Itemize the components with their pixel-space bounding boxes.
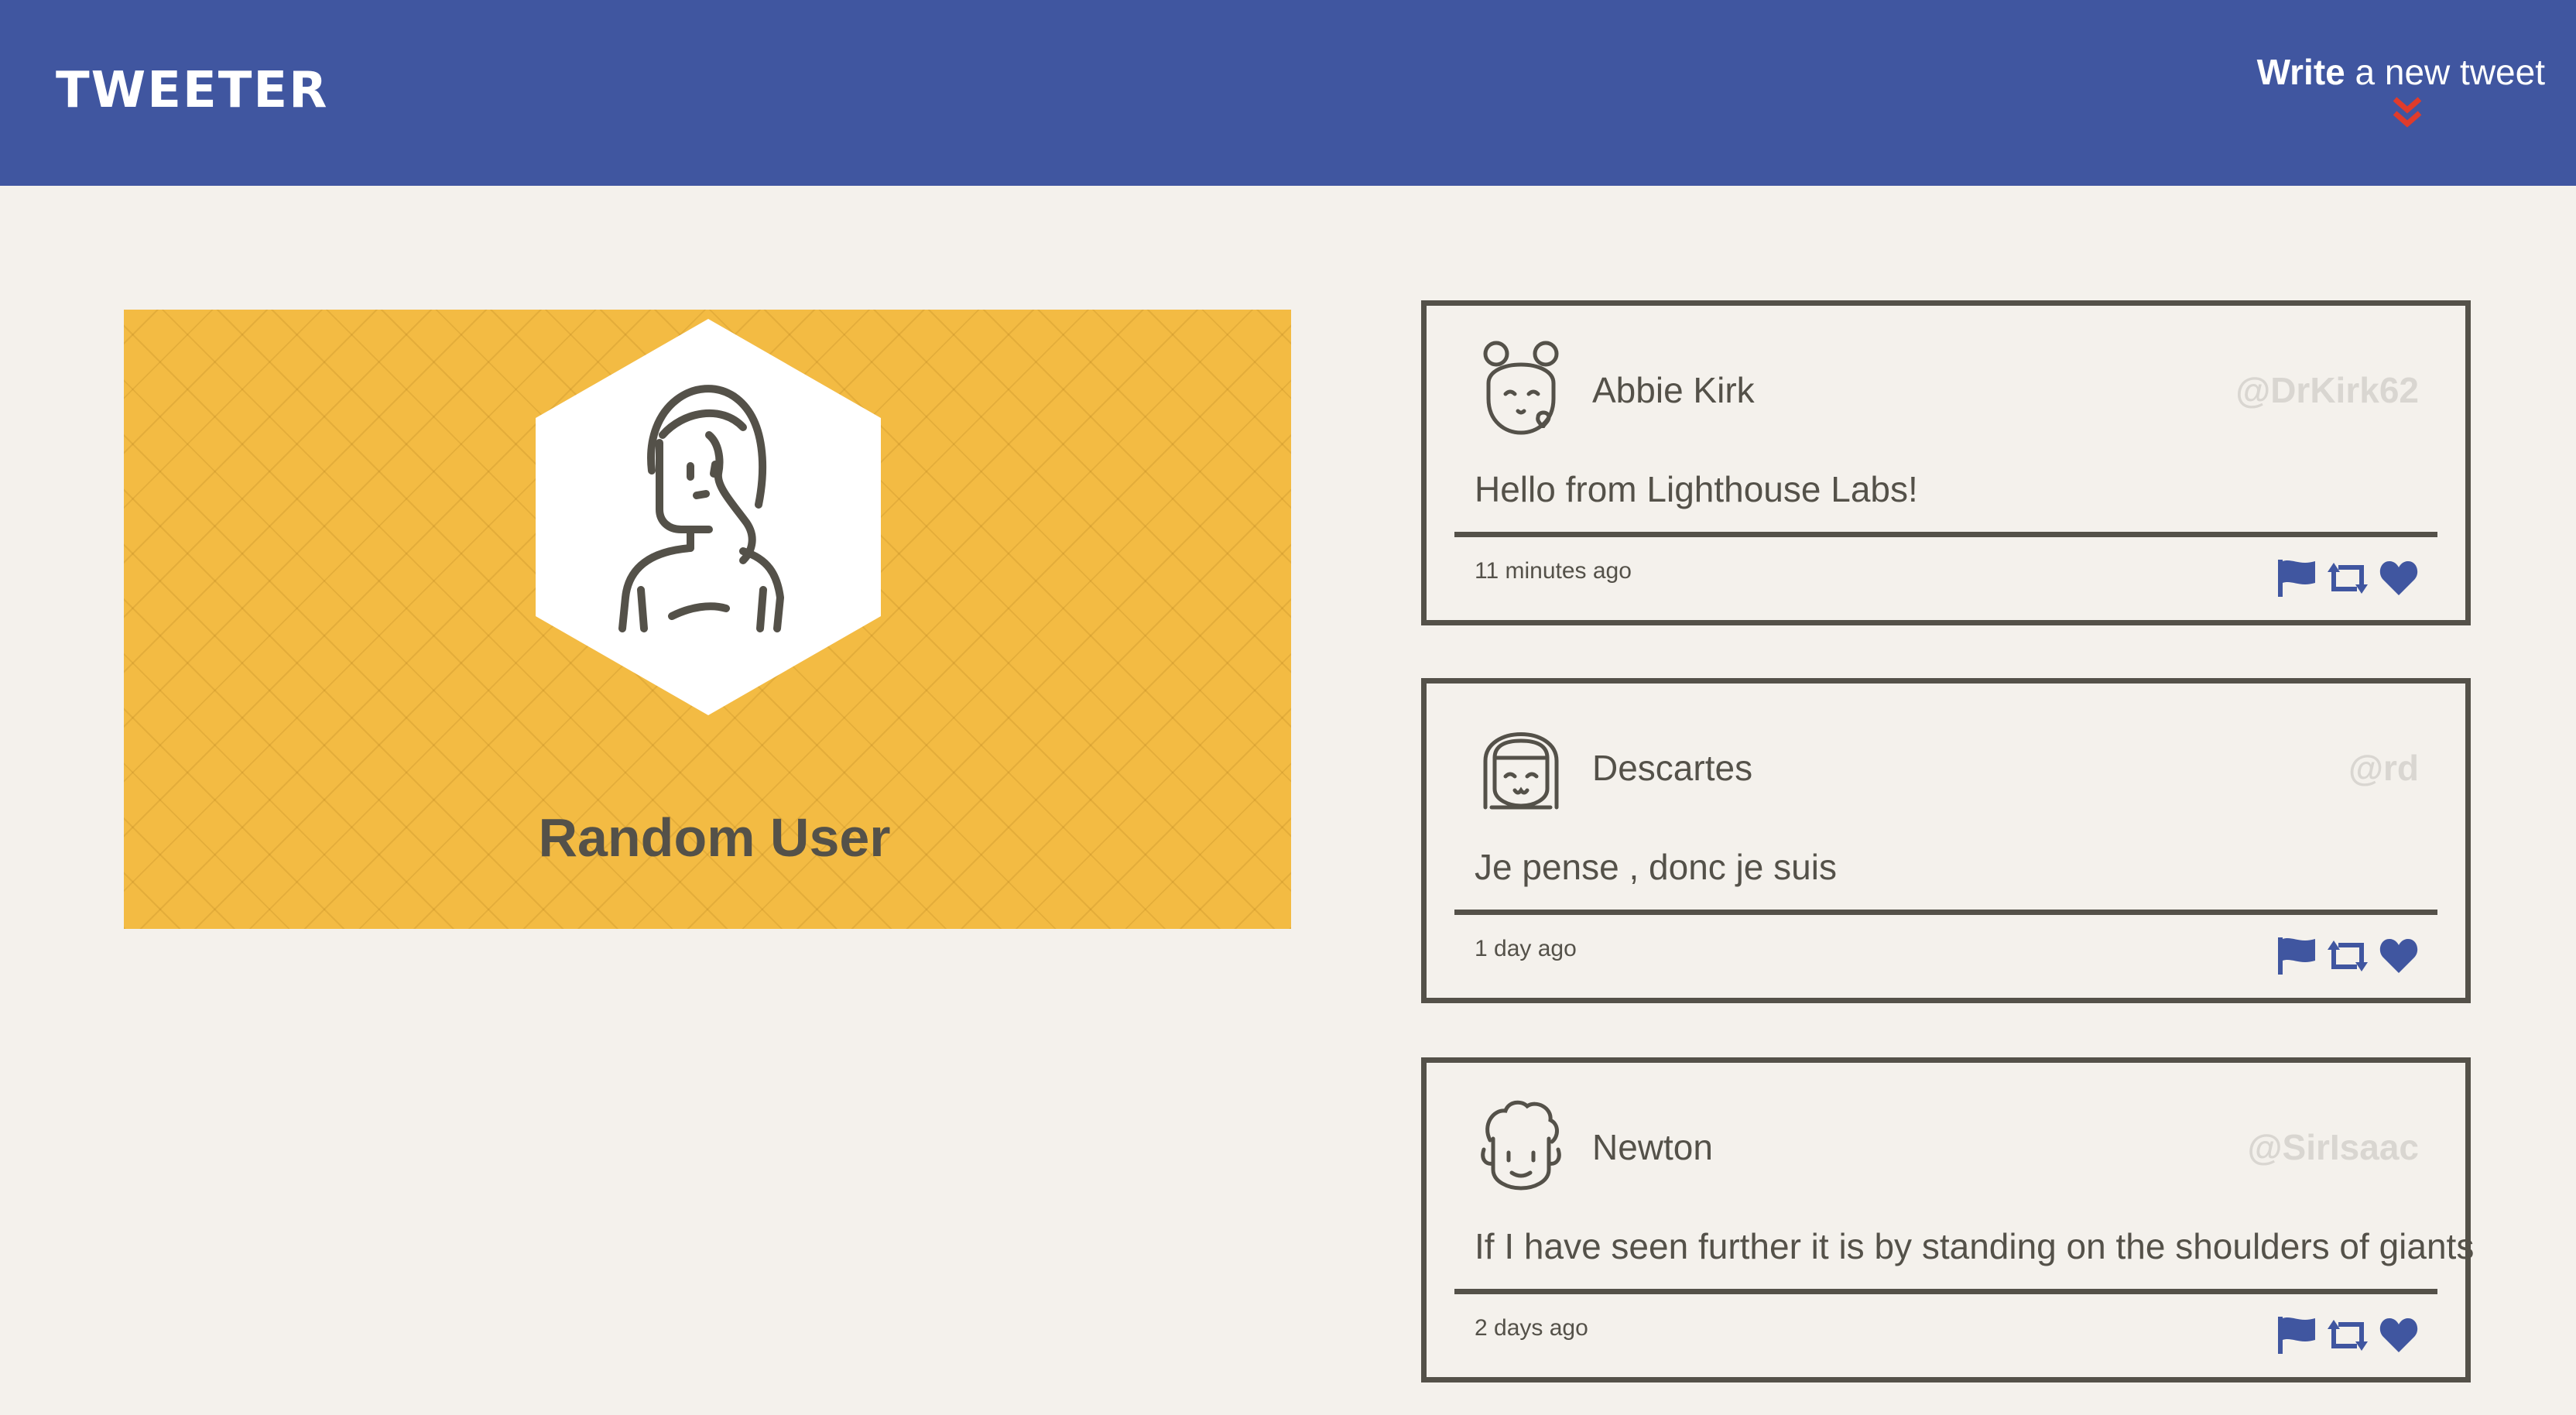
- retweet-icon[interactable]: [2328, 936, 2368, 976]
- brand-logo[interactable]: TWEETER: [56, 62, 328, 119]
- tweet-card: Newton @SirIsaac If I have seen further …: [1421, 1057, 2475, 1382]
- tweet-author-name: Newton: [1592, 1127, 1713, 1167]
- tweet-author-name: Abbie Kirk: [1592, 370, 1755, 410]
- flag-icon[interactable]: [2276, 936, 2317, 976]
- avatar-icon: [1483, 341, 1559, 435]
- tweet-timestamp: 1 day ago: [1475, 936, 1577, 961]
- tweet-divider: [1454, 1289, 2437, 1294]
- retweet-icon[interactable]: [2328, 1315, 2368, 1355]
- tweet-text: If I have seen further it is by standing…: [1475, 1226, 2475, 1266]
- flag-icon[interactable]: [2276, 558, 2317, 598]
- profile-avatar: [536, 319, 881, 715]
- tweet-author-name: Descartes: [1592, 748, 1753, 788]
- tweet-text: Hello from Lighthouse Labs!: [1475, 469, 1918, 509]
- tweet-author-handle[interactable]: @DrKirk62: [2235, 369, 2419, 411]
- tweet-text: Je pense , donc je suis: [1475, 847, 1837, 887]
- tweet-actions: [2276, 1315, 2419, 1355]
- tweet-card: Abbie Kirk @DrKirk62 Hello from Lighthou…: [1421, 300, 2471, 625]
- tweet-timestamp: 11 minutes ago: [1475, 558, 1632, 584]
- tweet-timestamp: 2 days ago: [1475, 1315, 1588, 1341]
- heart-icon[interactable]: [2379, 936, 2419, 976]
- compose-label: a new tweet: [2345, 52, 2546, 92]
- tweet-card: Descartes @rd Je pense , donc je suis 1 …: [1421, 678, 2471, 1003]
- top-nav: TWEETER Write a new tweet: [0, 0, 2576, 186]
- avatar-icon: [1483, 732, 1559, 810]
- tweet-actions: [2276, 558, 2419, 598]
- compose-tweet-button[interactable]: Write a new tweet: [2257, 51, 2545, 93]
- heart-icon[interactable]: [2379, 1315, 2419, 1355]
- profile-name: Random User: [538, 807, 891, 868]
- flag-icon[interactable]: [2276, 1315, 2317, 1355]
- tweet-author-handle[interactable]: @rd: [2348, 747, 2419, 789]
- tweet-divider: [1454, 910, 2437, 915]
- tweet-author-handle[interactable]: @SirIsaac: [2248, 1126, 2419, 1168]
- tweet-actions: [2276, 936, 2419, 976]
- double-chevron-down-icon[interactable]: [2389, 94, 2426, 128]
- avatar-icon: [1481, 1100, 1561, 1191]
- retweet-icon[interactable]: [2328, 558, 2368, 598]
- heart-icon[interactable]: [2379, 558, 2419, 598]
- tweet-divider: [1454, 532, 2437, 537]
- compose-bold-label: Write: [2256, 52, 2345, 92]
